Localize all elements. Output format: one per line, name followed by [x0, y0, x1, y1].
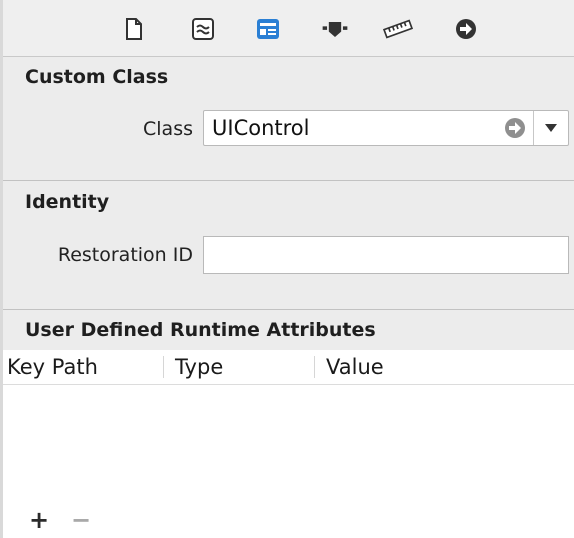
column-divider[interactable]	[163, 356, 164, 378]
class-label: Class	[143, 118, 193, 140]
identity-inspector-icon[interactable]	[253, 16, 283, 42]
class-combobox[interactable]: UIControl	[203, 110, 569, 146]
attributes-inspector-icon[interactable]	[320, 16, 350, 42]
connections-inspector-icon[interactable]	[451, 16, 481, 42]
add-attribute-button[interactable]: +	[27, 506, 51, 534]
class-value[interactable]: UIControl	[212, 116, 309, 140]
column-header-key-path[interactable]: Key Path	[3, 352, 157, 382]
file-inspector-icon[interactable]	[119, 16, 149, 42]
runtime-attributes-section: User Defined Runtime Attributes	[3, 310, 574, 350]
remove-attribute-button[interactable]: −	[69, 506, 93, 534]
quick-help-icon[interactable]	[188, 16, 218, 42]
section-title: Identity	[25, 191, 110, 213]
runtime-attributes-table[interactable]: Key Path Type Value	[3, 350, 574, 500]
column-header-type[interactable]: Type	[171, 352, 315, 382]
section-title: User Defined Runtime Attributes	[25, 319, 376, 341]
restoration-id-field[interactable]	[203, 236, 569, 274]
table-header: Key Path Type Value	[3, 350, 574, 385]
go-to-class-icon[interactable]	[504, 117, 526, 139]
size-inspector-icon[interactable]	[383, 16, 413, 42]
class-dropdown-button[interactable]	[533, 111, 568, 145]
column-header-value[interactable]: Value	[322, 352, 526, 382]
inspector-toolbar	[3, 0, 574, 57]
column-divider[interactable]	[314, 356, 315, 378]
section-title: Custom Class	[25, 66, 169, 88]
chevron-down-icon	[545, 124, 557, 132]
restoration-id-label: Restoration ID	[57, 244, 193, 266]
table-actions-bar: + −	[3, 500, 574, 538]
identity-inspector-panel: Custom Class Class UIControl Identity Re…	[0, 0, 574, 538]
